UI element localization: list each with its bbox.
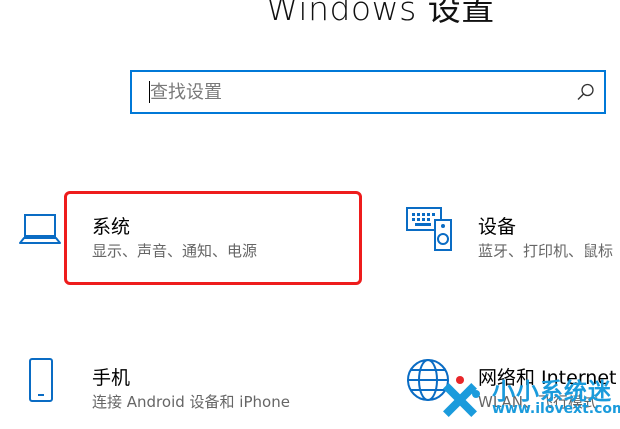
search-input[interactable] xyxy=(150,76,570,108)
keyboard-speaker-icon xyxy=(406,207,452,251)
tile-phone-desc: 连接 Android 设备和 iPhone xyxy=(92,393,290,411)
tile-devices-desc: 蓝牙、打印机、鼠标 xyxy=(478,242,614,260)
phone-icon xyxy=(29,358,53,402)
laptop-icon xyxy=(19,214,61,244)
tile-devices-title: 设备 xyxy=(478,216,517,238)
tile-devices[interactable]: 设备 蓝牙、打印机、鼠标 xyxy=(396,190,620,286)
search-box[interactable] xyxy=(130,70,606,114)
tile-phone-title: 手机 xyxy=(92,367,131,389)
highlight-box xyxy=(64,191,362,285)
tile-phone[interactable]: 手机 连接 Android 设备和 iPhone xyxy=(0,350,362,429)
watermark-url: www.ilovext.com xyxy=(492,401,620,417)
search-icon[interactable] xyxy=(576,82,596,102)
page-title: Windows 设置 xyxy=(266,0,495,28)
